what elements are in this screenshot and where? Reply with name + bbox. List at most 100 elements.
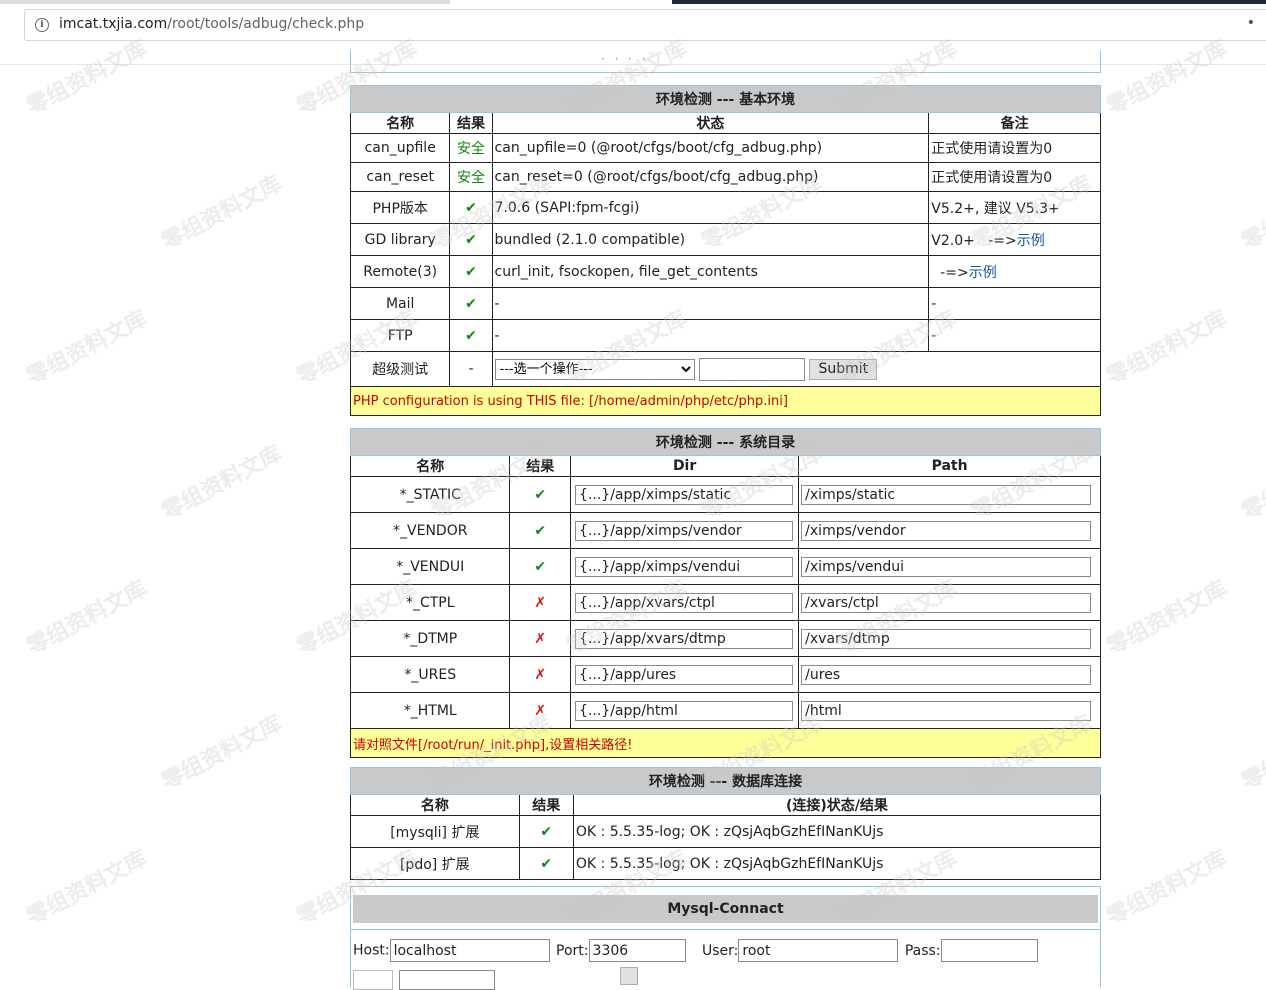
row-name: *_CTPL bbox=[349, 584, 511, 621]
check-icon: ✔ bbox=[509, 512, 572, 549]
port-input[interactable] bbox=[588, 939, 686, 962]
row-name: [pdo] 扩展 bbox=[350, 847, 520, 880]
cross-icon: ✗ bbox=[509, 584, 572, 621]
connect-button[interactable] bbox=[619, 967, 638, 985]
table-row: [pdo] 扩展 ✔ OK : 5.5.35-log; OK : zQsjAqbGz… bbox=[350, 847, 1102, 880]
watermark-text: 零组资料文库 bbox=[1238, 711, 1266, 796]
row-note: V5.2+, 建议 V5.3+ bbox=[928, 191, 1101, 224]
dir-input[interactable] bbox=[575, 592, 794, 613]
path-cell bbox=[798, 548, 1101, 585]
port-label: Port: bbox=[556, 942, 589, 959]
dir-input[interactable] bbox=[575, 520, 794, 541]
path-cell bbox=[798, 512, 1101, 549]
table-row: *_DTMP ✗ bbox=[349, 620, 1101, 657]
site-info-icon[interactable]: i bbox=[35, 18, 49, 32]
row-note: 正式使用请设置为0 bbox=[928, 162, 1101, 192]
super-test-result: - bbox=[449, 351, 493, 387]
dir-input[interactable] bbox=[575, 484, 794, 505]
dir-cell bbox=[570, 620, 800, 657]
row-status: - bbox=[491, 287, 930, 320]
row-name: Mail bbox=[349, 287, 451, 320]
path-input[interactable] bbox=[801, 520, 1092, 541]
path-input[interactable] bbox=[801, 556, 1092, 577]
url-path: /root/tools/adbug/check.php bbox=[167, 16, 365, 32]
note-text: -=> bbox=[931, 264, 969, 281]
row-result: 安全 bbox=[449, 162, 493, 192]
path-input[interactable] bbox=[801, 664, 1092, 685]
check-icon: ✔ bbox=[509, 548, 572, 585]
table-row: *_VENDOR ✔ bbox=[349, 512, 1101, 549]
dir-input[interactable] bbox=[575, 700, 794, 721]
host-label: Host: bbox=[353, 942, 390, 959]
table-row: PHP版本 ✔ 7.0.6 (SAPI:fpm-fcgi) V5.2+, 建议 V5.… bbox=[349, 191, 1101, 224]
dir-input[interactable] bbox=[575, 664, 794, 685]
note-text: - bbox=[931, 295, 937, 312]
pass-input[interactable] bbox=[940, 939, 1038, 962]
check-icon: ✔ bbox=[449, 319, 493, 352]
mysql-form-row: Host: Port: User: Pass: bbox=[353, 939, 1038, 962]
check-icon: ✔ bbox=[449, 223, 493, 256]
row-note: - bbox=[928, 287, 1101, 320]
example-link[interactable]: 示例 bbox=[969, 265, 997, 281]
row-name: *_HTML bbox=[349, 692, 511, 729]
dir-cell bbox=[570, 548, 800, 585]
row-name: FTP bbox=[349, 319, 451, 352]
path-input[interactable] bbox=[801, 628, 1092, 649]
db-connect-title: 环境检测 --- 数据库连接 bbox=[350, 767, 1101, 795]
row-status: curl_init, fsockopen, file_get_contents bbox=[491, 255, 930, 288]
dir-input[interactable] bbox=[575, 556, 794, 577]
table-row: can_reset 安全 can_reset=0 (@root/cfgs/boot/… bbox=[349, 162, 1101, 192]
super-test-row: 超级测试 - ---选一个操作--- Submit bbox=[349, 351, 1102, 387]
check-icon: ✔ bbox=[518, 847, 574, 880]
col-name: 名称 bbox=[349, 455, 511, 477]
path-input[interactable] bbox=[801, 700, 1092, 721]
watermark-text: 零组资料文库 bbox=[23, 306, 152, 391]
dir-cell bbox=[570, 512, 800, 549]
super-test-controls: ---选一个操作--- Submit bbox=[491, 351, 1102, 387]
row-name: PHP版本 bbox=[349, 191, 451, 224]
row-result: 安全 bbox=[449, 133, 493, 163]
col-note: 备注 bbox=[928, 112, 1101, 134]
path-input[interactable] bbox=[801, 484, 1092, 505]
host-input[interactable] bbox=[389, 939, 550, 962]
menu-dot-icon[interactable]: • bbox=[1247, 15, 1255, 31]
row-note: 正式使用请设置为0 bbox=[928, 133, 1101, 163]
row-status: bundled (2.1.0 compatible) bbox=[491, 223, 930, 256]
col-result: 结果 bbox=[509, 455, 572, 477]
col-name: 名称 bbox=[349, 112, 451, 134]
mysql-form-row-cut bbox=[353, 967, 638, 990]
row-name: *_DTMP bbox=[349, 620, 511, 657]
url-field[interactable]: i imcat.txjia.com/root/tools/adbug/check… bbox=[24, 9, 1266, 41]
table-row: FTP ✔ - - bbox=[349, 319, 1101, 352]
table-row: Mail ✔ - - bbox=[349, 287, 1101, 320]
php-config-note: PHP configuration is using THIS file: [/… bbox=[350, 386, 1101, 416]
operation-select[interactable]: ---选一个操作--- bbox=[494, 359, 695, 380]
basic-env-title: 环境检测 --- 基本环境 bbox=[350, 85, 1101, 113]
row-status: OK : 5.5.35-log; OK : zQsjAqbGzhEfINanKU… bbox=[572, 815, 1102, 848]
previous-section-fragment: · · · · bbox=[350, 50, 1101, 73]
example-link[interactable]: 示例 bbox=[1017, 233, 1045, 249]
table-row: *_HTML ✗ bbox=[349, 692, 1101, 729]
watermark-text: 零组资料文库 bbox=[1103, 306, 1232, 391]
submit-button[interactable]: Submit bbox=[809, 358, 878, 380]
row-status: - bbox=[491, 319, 930, 352]
cross-icon: ✗ bbox=[509, 620, 572, 657]
table-row: *_VENDUI ✔ bbox=[349, 548, 1101, 585]
row-status: can_reset=0 (@root/cfgs/boot/cfg_adbug.p… bbox=[491, 162, 930, 192]
row-note: - bbox=[928, 319, 1101, 352]
path-input[interactable] bbox=[801, 592, 1092, 613]
check-icon: ✔ bbox=[449, 287, 493, 320]
super-test-input[interactable] bbox=[699, 357, 805, 381]
db-input[interactable] bbox=[399, 970, 496, 990]
path-cell bbox=[798, 692, 1101, 729]
user-input[interactable] bbox=[738, 939, 899, 962]
row-name: GD library bbox=[349, 223, 451, 256]
watermark-text: 零组资料文库 bbox=[158, 711, 287, 796]
db-connect-table: 环境检测 --- 数据库连接 名称 结果 (连接)状态/结果 [mysqli] … bbox=[350, 767, 1102, 880]
table-row: *_CTPL ✗ bbox=[349, 584, 1101, 621]
dir-input[interactable] bbox=[575, 628, 794, 649]
watermark-text: 零组资料文库 bbox=[1238, 441, 1266, 526]
user-label: User: bbox=[701, 942, 739, 959]
row-name: *_VENDOR bbox=[349, 512, 511, 549]
row-name: [mysqli] 扩展 bbox=[350, 815, 520, 848]
